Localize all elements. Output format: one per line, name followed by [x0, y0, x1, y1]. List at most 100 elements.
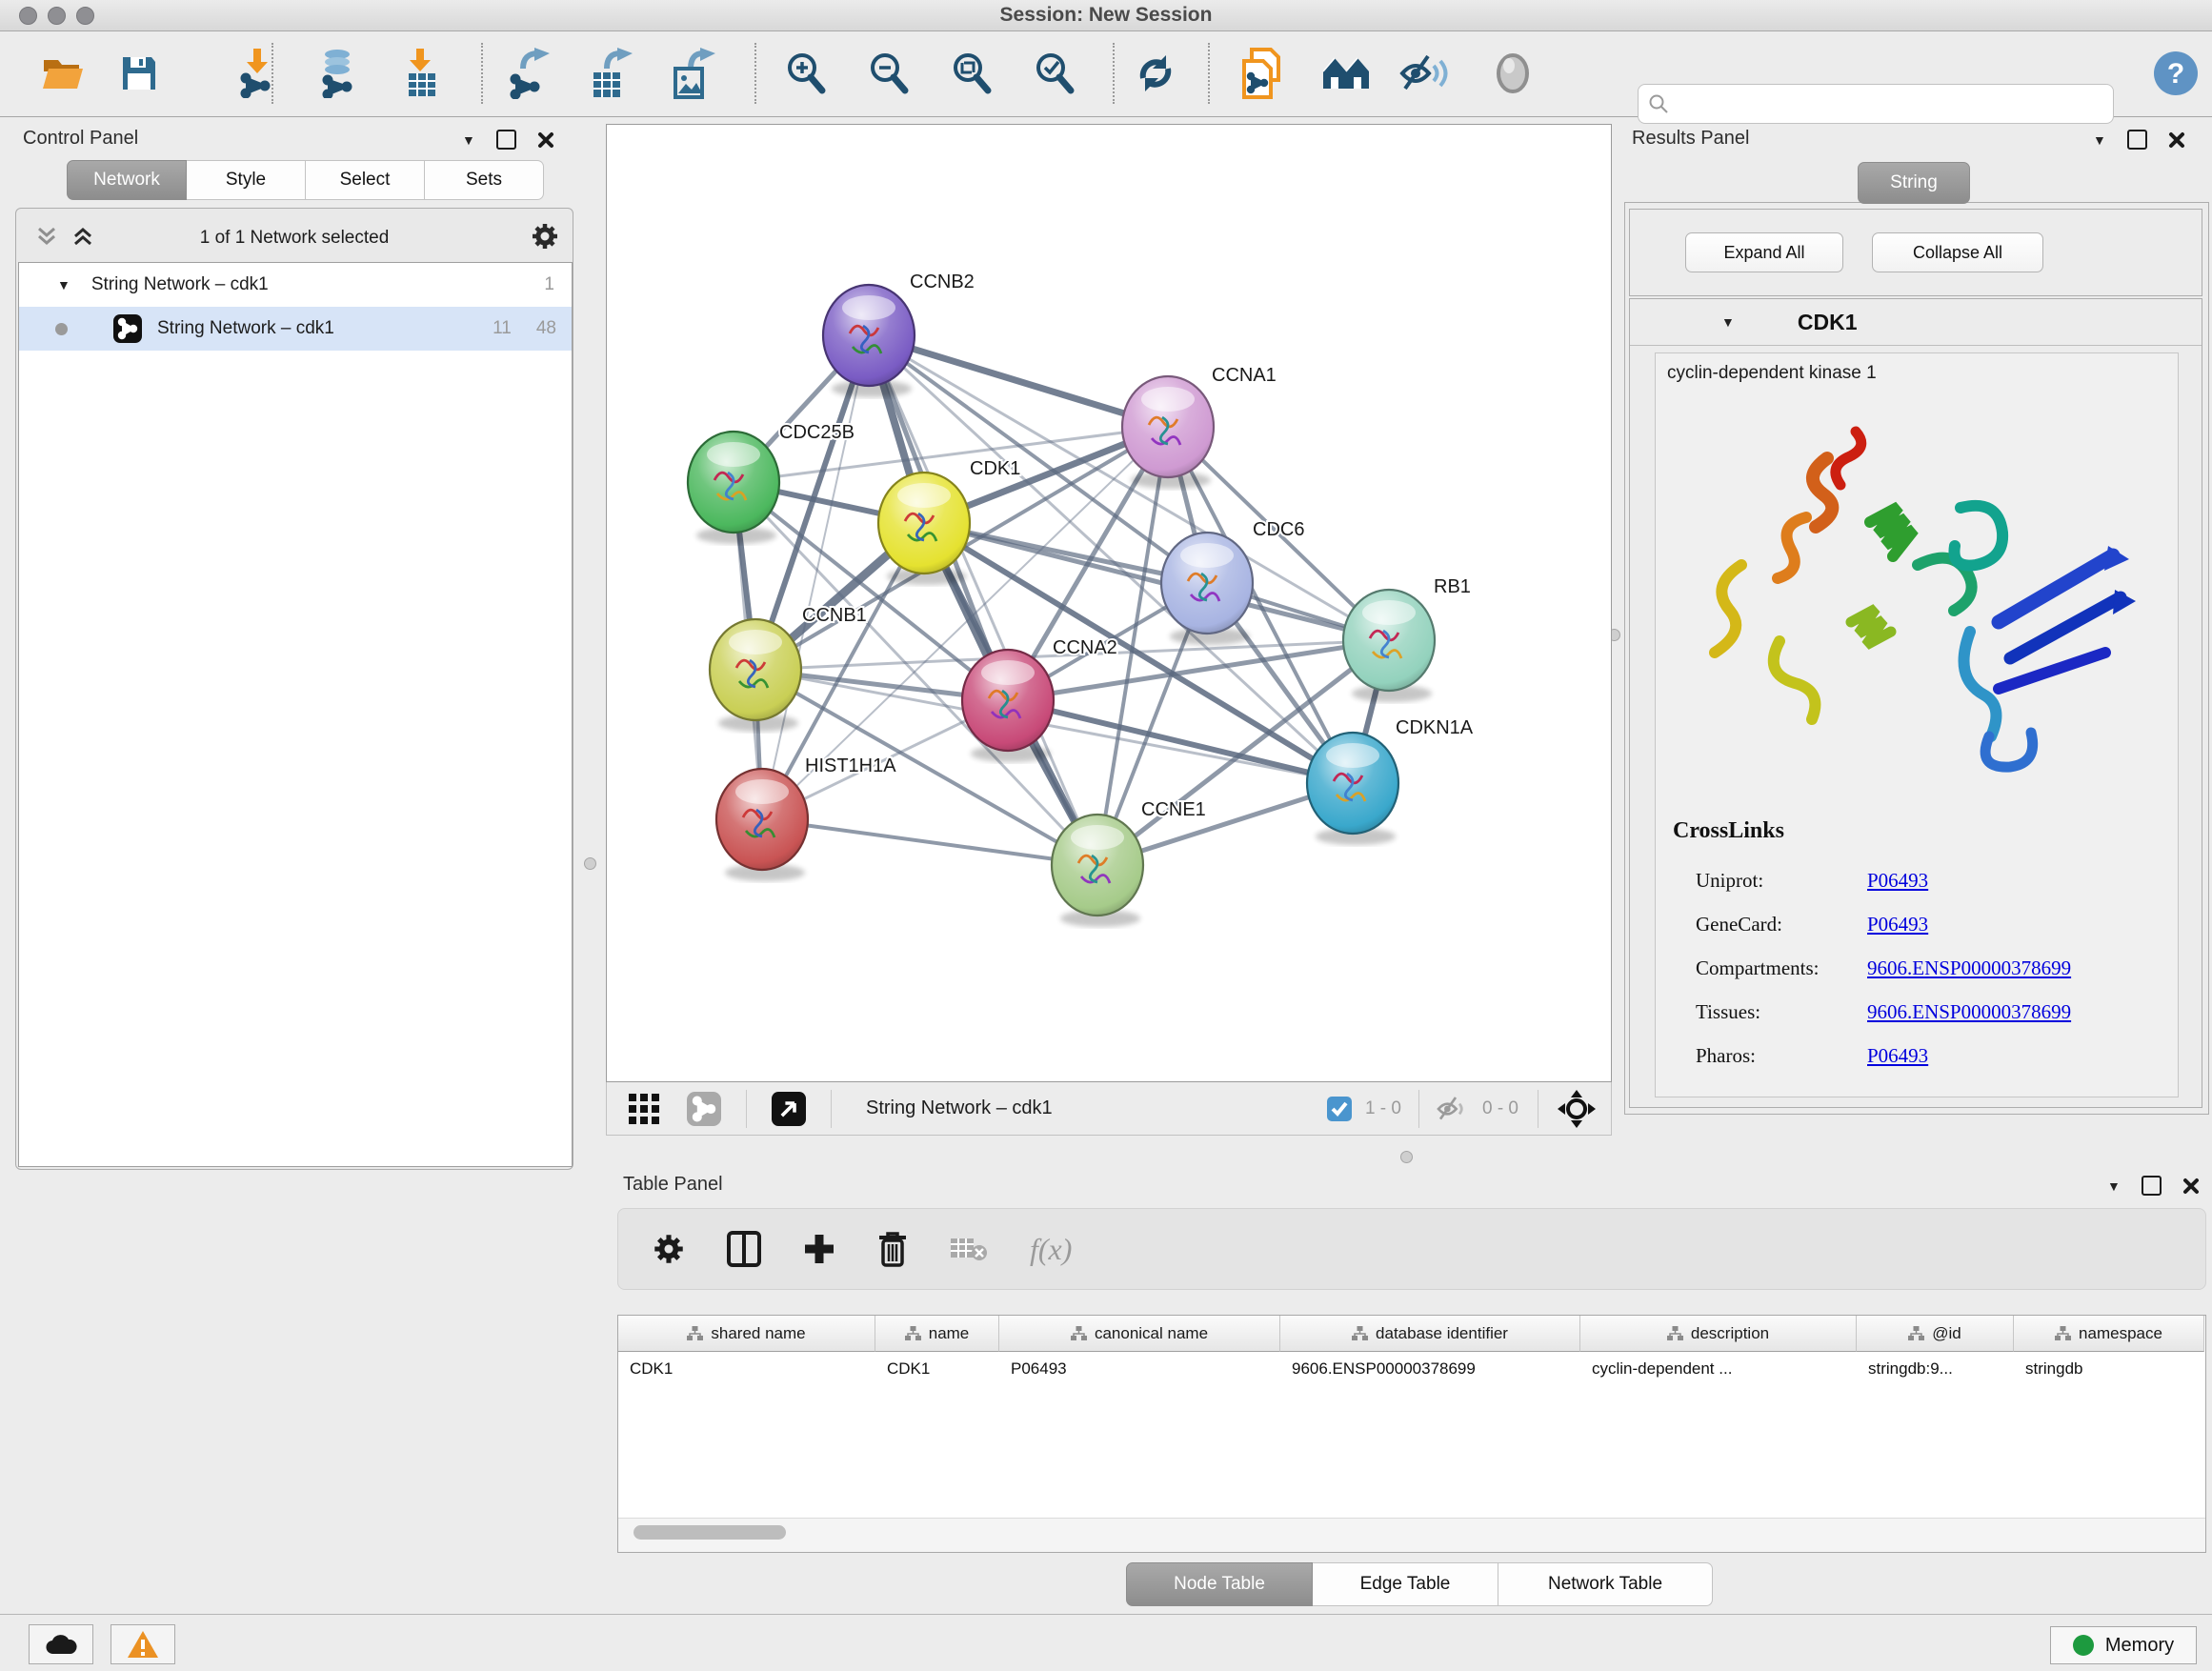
memory-button[interactable]: Memory [2050, 1626, 2197, 1664]
column-header-shared-name[interactable]: shared name [618, 1316, 875, 1352]
network-node-RB1[interactable]: RB1 [1343, 576, 1471, 702]
delete-column-trash-icon[interactable] [877, 1231, 908, 1267]
search-input[interactable] [1669, 93, 2092, 114]
zoom-out-button[interactable] [862, 47, 915, 100]
tab-network-table[interactable]: Network Table [1498, 1562, 1713, 1606]
panel-close-icon[interactable] [2168, 131, 2185, 149]
panel-close-icon[interactable] [537, 131, 554, 149]
node-label-HIST1H1A: HIST1H1A [805, 755, 896, 776]
network-node-CCNA1[interactable]: CCNA1 [1122, 365, 1277, 489]
panel-collapse-icon[interactable]: ▼ [462, 132, 475, 148]
panel-collapse-icon[interactable]: ▼ [2093, 132, 2106, 148]
import-network-from-database-button[interactable] [312, 47, 365, 100]
panel-float-icon[interactable] [2127, 130, 2147, 150]
crosslink-value-link[interactable]: P06493 [1867, 869, 1928, 893]
table-cell[interactable]: CDK1 [618, 1352, 875, 1386]
eye-slash-icon [1399, 52, 1451, 94]
show-all-button[interactable] [1486, 47, 1539, 100]
first-neighbors-button[interactable] [1319, 47, 1373, 100]
center-view-crosshair-icon[interactable] [1558, 1090, 1596, 1128]
open-session-button[interactable] [36, 47, 90, 100]
selected-checkbox-icon[interactable] [1327, 1097, 1352, 1121]
network-options-gear-icon[interactable] [531, 222, 559, 255]
network-row-selected[interactable]: String Network – cdk1 11 48 [19, 307, 572, 351]
clone-network-button[interactable] [1235, 47, 1288, 100]
table-cell[interactable]: stringdb [2014, 1352, 2204, 1386]
import-table-from-file-button[interactable] [395, 47, 449, 100]
crosslink-value-link[interactable]: 9606.ENSP00000378699 [1867, 1000, 2071, 1024]
export-network-button[interactable] [503, 47, 556, 100]
save-session-button[interactable] [112, 47, 166, 100]
tab-network[interactable]: Network [67, 160, 187, 200]
svg-text:?: ? [2167, 58, 2184, 90]
tree-expander-icon[interactable]: ▼ [57, 277, 70, 292]
crosslink-value-link[interactable]: P06493 [1867, 1044, 1928, 1068]
expand-all-button[interactable]: Expand All [1685, 232, 1843, 272]
network-collection-row[interactable]: ▼ String Network – cdk1 1 [19, 263, 572, 307]
import-network-from-file-button[interactable] [231, 47, 284, 100]
column-header-namespace[interactable]: namespace [2014, 1316, 2204, 1352]
table-cell[interactable]: P06493 [999, 1352, 1280, 1386]
table-cell[interactable]: CDK1 [875, 1352, 999, 1386]
card-expander-icon[interactable]: ▼ [1721, 314, 1735, 330]
tab-select[interactable]: Select [306, 160, 425, 200]
create-column-icon[interactable] [803, 1233, 835, 1265]
birdseye-view-icon[interactable] [772, 1092, 806, 1126]
network-node-CCNB2[interactable]: CCNB2 [823, 272, 975, 397]
zoom-fit-icon [950, 51, 994, 95]
hide-selected-button[interactable] [1398, 47, 1452, 100]
refresh-icon [1135, 51, 1176, 95]
network-node-CDC6[interactable]: CDC6 [1161, 519, 1304, 645]
column-header-database-identifier[interactable]: database identifier [1280, 1316, 1580, 1352]
warnings-button[interactable] [111, 1624, 175, 1664]
protein-card-header[interactable]: ▼ CDK1 [1630, 299, 2202, 346]
network-edge-HIST1H1A-CCNE1[interactable] [762, 819, 1097, 865]
help-button[interactable]: ? [2149, 47, 2202, 100]
table-hscrollbar[interactable] [618, 1518, 2205, 1553]
warning-icon [127, 1630, 159, 1659]
splitter-handle[interactable] [1400, 1151, 1413, 1163]
column-header--id[interactable]: @id [1857, 1316, 2014, 1352]
table-cell[interactable]: cyclin-dependent ... [1580, 1352, 1857, 1386]
table-panel: Table Panel ▼ f(x) shared namenamecanoni… [606, 1168, 2212, 1614]
network-node-CDKN1A[interactable]: CDKN1A [1307, 717, 1474, 845]
tab-string[interactable]: String [1858, 162, 1970, 204]
crosslink-value-link[interactable]: 9606.ENSP00000378699 [1867, 956, 2071, 980]
column-header-canonical-name[interactable]: canonical name [999, 1316, 1280, 1352]
table-cell[interactable]: stringdb:9... [1857, 1352, 2014, 1386]
tab-edge-table[interactable]: Edge Table [1313, 1562, 1498, 1606]
title-bar: Session: New Session [0, 0, 2212, 31]
table-options-gear-icon[interactable] [653, 1233, 685, 1265]
network-node-HIST1H1A[interactable]: HIST1H1A [716, 755, 896, 881]
refresh-button[interactable] [1129, 47, 1182, 100]
table-panel-title: Table Panel [623, 1174, 723, 1196]
table-grid: shared namenamecanonical namedatabase id… [618, 1316, 2205, 1516]
panel-collapse-icon[interactable]: ▼ [2107, 1178, 2121, 1194]
hscrollbar-thumb[interactable] [633, 1525, 786, 1540]
network-canvas[interactable]: CCNB2CCNA1CDC25BCDK1CDC6RB1CCNB1CCNA2CDK… [606, 124, 1612, 1082]
crosslink-value-link[interactable]: P06493 [1867, 913, 1928, 936]
string-results-body: Expand All Collapse All ▼ CDK1 cyclin-de… [1624, 202, 2209, 1115]
zoom-selected-button[interactable] [1028, 47, 1081, 100]
network-edge-CCNB2-CCNE1[interactable] [869, 335, 1097, 865]
table-cell[interactable]: 9606.ENSP00000378699 [1280, 1352, 1580, 1386]
panel-float-icon[interactable] [2142, 1176, 2162, 1196]
automation-cloud-button[interactable] [29, 1624, 93, 1664]
export-table-button[interactable] [585, 47, 638, 100]
tab-style[interactable]: Style [187, 160, 306, 200]
column-header-description[interactable]: description [1580, 1316, 1857, 1352]
zoom-in-button[interactable] [779, 47, 833, 100]
panel-float-icon[interactable] [496, 130, 516, 150]
network-mode-icon[interactable] [687, 1092, 721, 1126]
tab-sets[interactable]: Sets [425, 160, 544, 200]
collapse-all-button[interactable]: Collapse All [1872, 232, 2043, 272]
export-image-button[interactable] [667, 47, 720, 100]
tab-node-table[interactable]: Node Table [1126, 1562, 1313, 1606]
column-header-name[interactable]: name [875, 1316, 999, 1352]
grid-mode-icon[interactable] [628, 1093, 660, 1125]
zoom-fit-content-button[interactable] [945, 47, 998, 100]
show-columns-icon[interactable] [727, 1231, 761, 1267]
hidden-eye-slash-icon [1437, 1095, 1471, 1123]
panel-close-icon[interactable] [2182, 1178, 2200, 1195]
splitter-handle[interactable] [584, 857, 596, 870]
